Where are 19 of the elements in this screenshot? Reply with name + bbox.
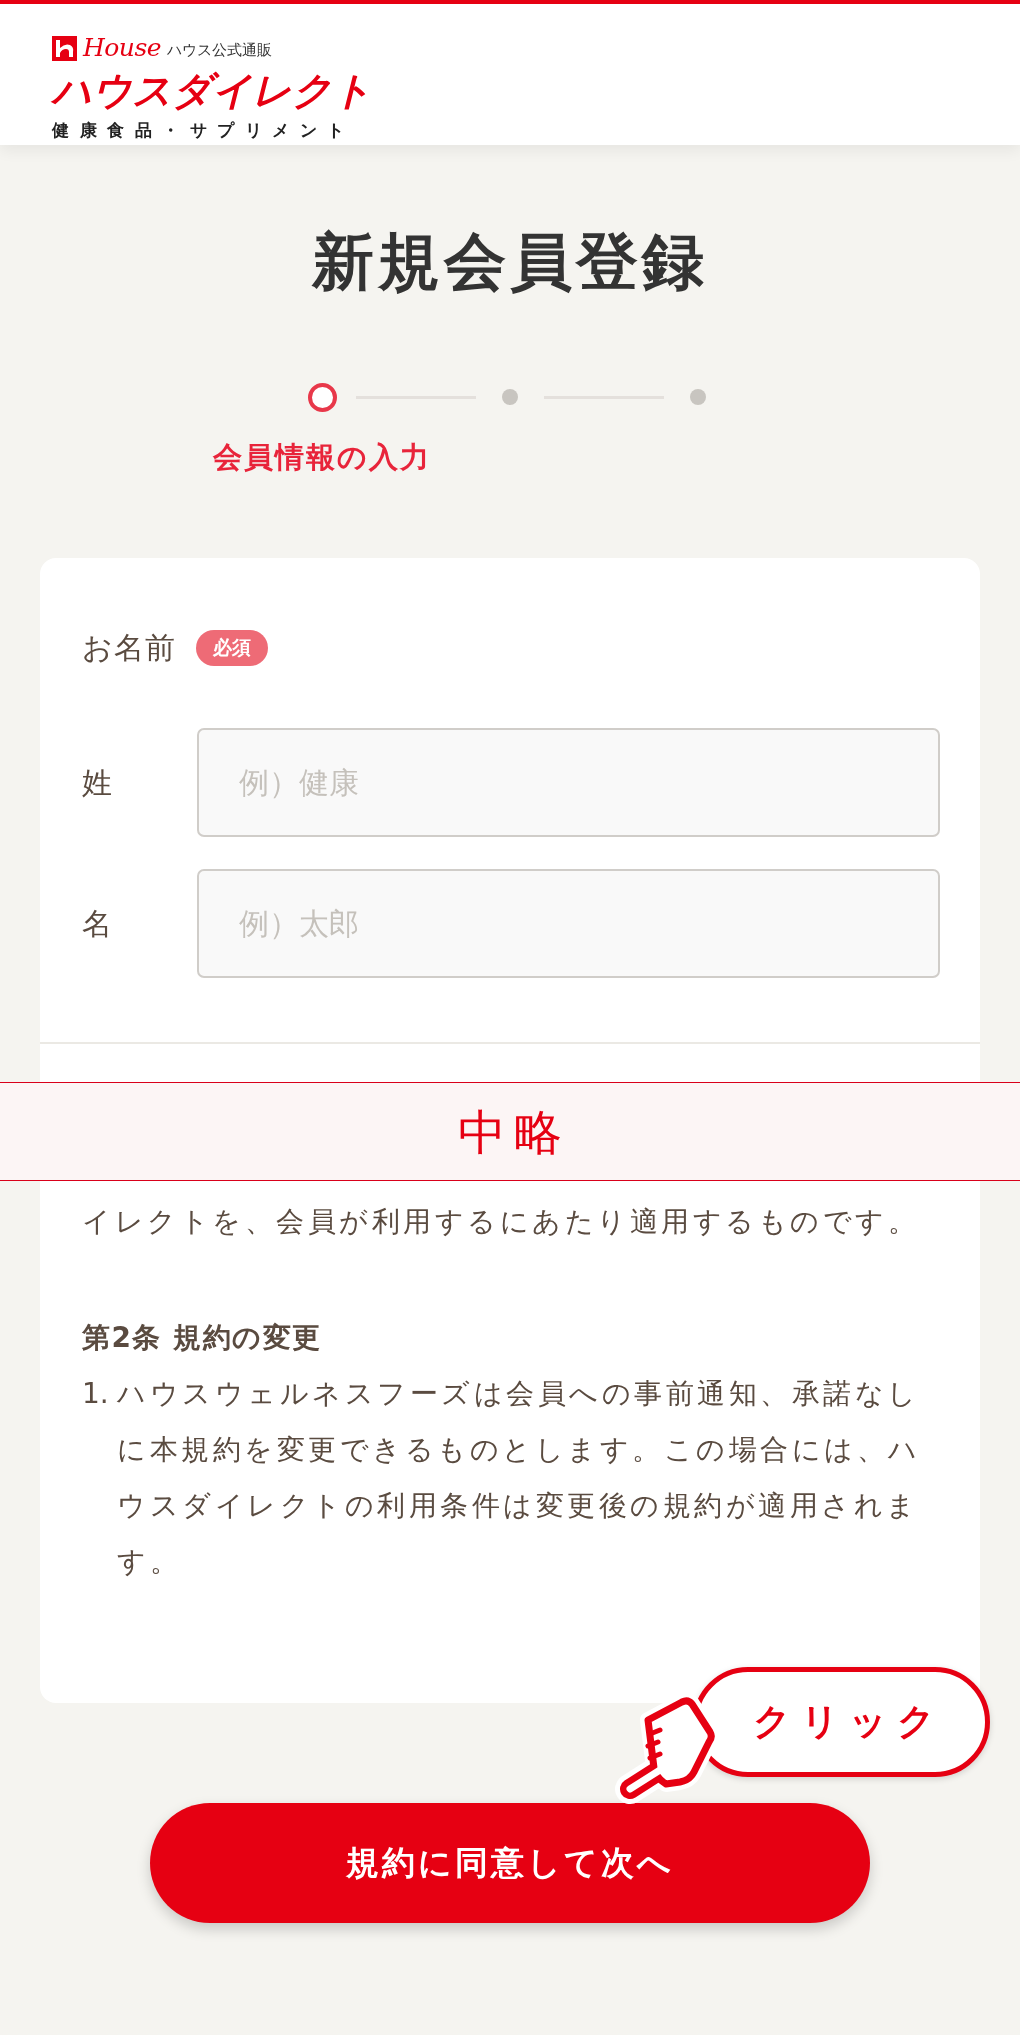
terms-paragraph: イレクトを、会員が利用するにあたり適用するものです。 — [82, 1204, 920, 1240]
brand-text: House — [83, 35, 162, 61]
input-field[interactable]: 例）太郎 — [197, 869, 940, 978]
terms-list-text: ハウスウェルネスフーズは会員への事前通知、承諾なしに本規約を変更できるものとします。この場合には、ハウスダイレクトの利用条件は変更後の規約が適用されます。 — [117, 1376, 922, 1580]
terms-heading: 第2条 規約の変更 — [82, 1320, 323, 1356]
field-label: 姓 — [82, 764, 113, 801]
logo-tagline: ハウス公式通販 — [167, 40, 273, 60]
site-subtitle: 健康食品・サプリメント — [52, 120, 355, 140]
field-group-label: お名前 — [82, 630, 176, 666]
required-badge: 必須 — [196, 630, 268, 666]
omission-text: 中略 — [457, 1103, 570, 1160]
step-label: 会員情報の入力 — [213, 439, 431, 475]
site-name: ハウスダイレクト — [52, 69, 372, 113]
input-field[interactable]: 例）健康 — [197, 728, 940, 837]
agree-next-button[interactable]: 規約に同意して次へ — [150, 1803, 870, 1923]
page-title: 新規会員登録 — [312, 224, 708, 300]
field-label: 名 — [82, 905, 113, 942]
logo-icon — [52, 35, 77, 61]
list-number: 1. — [82, 1376, 110, 1412]
